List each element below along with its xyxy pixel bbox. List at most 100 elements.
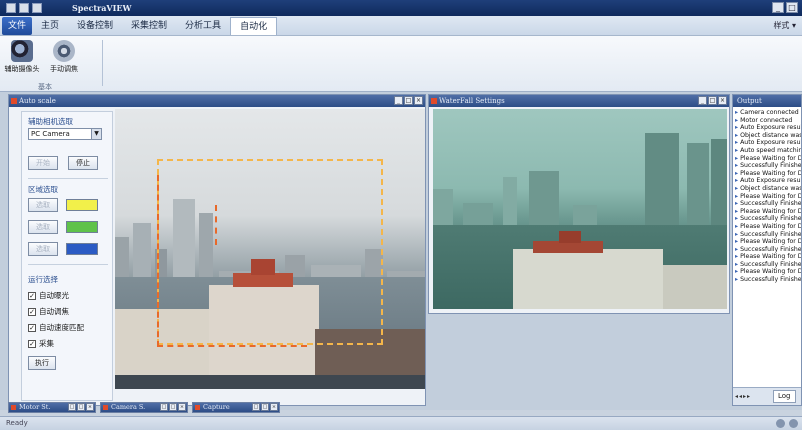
checkbox-box[interactable]: ✓ [28, 307, 36, 316]
maximize-icon[interactable]: □ [169, 403, 177, 411]
log-entry: Motor connected [735, 117, 801, 125]
file-menu-button[interactable]: 文件 [2, 16, 32, 35]
ribbon: 辅助摄像头 手动调焦 基本 [0, 36, 802, 92]
undo-icon[interactable] [32, 3, 42, 13]
style-menu[interactable]: 样式 ▾ [773, 20, 796, 31]
minimize-icon[interactable]: _ [394, 96, 403, 105]
region-selection-edge [157, 175, 159, 347]
output-caption[interactable]: Output [733, 95, 801, 107]
maximize-icon[interactable]: □ [404, 96, 413, 105]
log-entry: Object distance was [735, 132, 801, 140]
tab-automation[interactable]: 自动化 [230, 16, 278, 35]
window-icon [103, 405, 108, 410]
log-entry: Please Waiting for D [735, 253, 801, 261]
region-color-swatch-1 [66, 199, 98, 211]
log-entry: Auto Exposure result [735, 177, 801, 185]
checkbox-label: 采集 [39, 339, 54, 348]
minimized-camera-window[interactable]: Camera S. □ □ × [100, 402, 188, 413]
tab-scroll-arrows[interactable]: ◂◂▸▸ [735, 393, 751, 400]
log-entry: Camera connected [735, 109, 801, 117]
minimize-icon[interactable]: _ [698, 96, 707, 105]
auto-scale-caption[interactable]: Auto scale _ □ × [9, 95, 425, 107]
minimized-capture-window[interactable]: Capture □ □ × [192, 402, 280, 413]
building [663, 265, 727, 309]
log-entry: Successfully Finishe [735, 261, 801, 269]
checkbox-box[interactable]: ✓ [28, 323, 36, 332]
auto-speed-match-checkbox[interactable]: ✓ 自动速度匹配 [28, 322, 84, 333]
restore-icon[interactable]: □ [68, 403, 76, 411]
auto-focus-checkbox[interactable]: ✓ 自动调焦 [28, 306, 69, 317]
maximize-icon[interactable]: □ [77, 403, 85, 411]
tab-analysis-tools[interactable]: 分析工具 [176, 17, 230, 35]
region-selection-box[interactable] [157, 159, 383, 345]
execute-button[interactable]: 执行 [28, 356, 56, 370]
close-icon[interactable]: × [178, 403, 186, 411]
waterfall-caption[interactable]: WaterFall Settings _ □ × [429, 95, 729, 107]
camera-section-title: 辅助相机选取 [28, 117, 73, 126]
region-select-button-3[interactable]: 选取 [28, 242, 58, 256]
close-icon[interactable]: × [86, 403, 94, 411]
checkbox-box[interactable]: ✓ [28, 339, 36, 348]
waterfall-preview[interactable] [433, 109, 727, 309]
maximize-icon[interactable]: □ [786, 2, 798, 13]
log-entry: Auto speed matchin [735, 147, 801, 155]
log-entry: Successfully Finishe [735, 215, 801, 223]
log-entry: Object distance was [735, 185, 801, 193]
stop-button[interactable]: 停止 [68, 156, 98, 170]
divider [28, 264, 108, 265]
status-icons [776, 419, 798, 428]
log-entry: Please Waiting for D [735, 268, 801, 276]
camera-select[interactable]: PC Camera ▼ [28, 128, 102, 140]
region-select-button-1[interactable]: 选取 [28, 198, 58, 212]
camera-preview[interactable] [115, 109, 425, 389]
auto-exposure-checkbox[interactable]: ✓ 自动曝光 [28, 290, 69, 301]
minimized-title: Capture [203, 403, 230, 411]
log-entry: Please Waiting for D [735, 170, 801, 178]
tab-home[interactable]: 主页 [32, 17, 68, 35]
tab-device-control[interactable]: 设备控制 [68, 17, 122, 35]
start-button[interactable]: 开始 [28, 156, 58, 170]
zoom-out-icon[interactable] [776, 419, 785, 428]
region-selection-edge [215, 205, 217, 245]
log-entry: Successfully Finishe [735, 276, 801, 284]
capture-checkbox[interactable]: ✓ 采集 [28, 338, 54, 349]
checkbox-label: 自动速度匹配 [39, 323, 84, 332]
quick-access-toolbar [6, 3, 42, 13]
log-entry: Please Waiting for D [735, 193, 801, 201]
minimize-icon[interactable]: _ [772, 2, 784, 13]
log-entry: Auto Exposure result [735, 139, 801, 147]
chevron-down-icon[interactable]: ▼ [91, 129, 101, 139]
log-list[interactable]: Camera connectedMotor connectedAuto Expo… [735, 109, 801, 383]
maximize-icon[interactable]: □ [261, 403, 269, 411]
restore-icon[interactable]: □ [252, 403, 260, 411]
minimized-motor-window[interactable]: Motor St. □ □ × [8, 402, 96, 413]
window-icon [11, 405, 16, 410]
app-icon[interactable] [6, 3, 16, 13]
ribbon-separator [102, 40, 103, 86]
maximize-icon[interactable]: □ [708, 96, 717, 105]
output-window: Output Camera connectedMotor connectedAu… [732, 94, 802, 406]
window-title: SpectraVIEW [72, 3, 132, 13]
building [513, 249, 663, 309]
log-entry: Successfully Finishe [735, 200, 801, 208]
tab-acquisition-control[interactable]: 采集控制 [122, 17, 176, 35]
save-icon[interactable] [19, 3, 29, 13]
close-icon[interactable]: × [718, 96, 727, 105]
ribbon-tab-bar: 文件 主页 设备控制 采集控制 分析工具 自动化 样式 ▾ [0, 16, 802, 36]
divider [28, 178, 108, 179]
checkbox-box[interactable]: ✓ [28, 291, 36, 300]
log-entry: Successfully Finishe [735, 246, 801, 254]
minimized-title: Motor St. [19, 403, 51, 411]
zoom-in-icon[interactable] [789, 419, 798, 428]
camera-icon [11, 40, 33, 62]
region-select-button-2[interactable]: 选取 [28, 220, 58, 234]
close-icon[interactable]: × [414, 96, 423, 105]
window-controls: _ □ [772, 2, 798, 13]
manual-focus-button[interactable]: 手动调焦 [46, 40, 82, 74]
log-entry: Auto Exposure result [735, 124, 801, 132]
aux-camera-button[interactable]: 辅助摄像头 [4, 40, 40, 74]
close-icon[interactable]: × [270, 403, 278, 411]
region-selection-edge [157, 345, 307, 347]
region-color-swatch-3 [66, 243, 98, 255]
restore-icon[interactable]: □ [160, 403, 168, 411]
